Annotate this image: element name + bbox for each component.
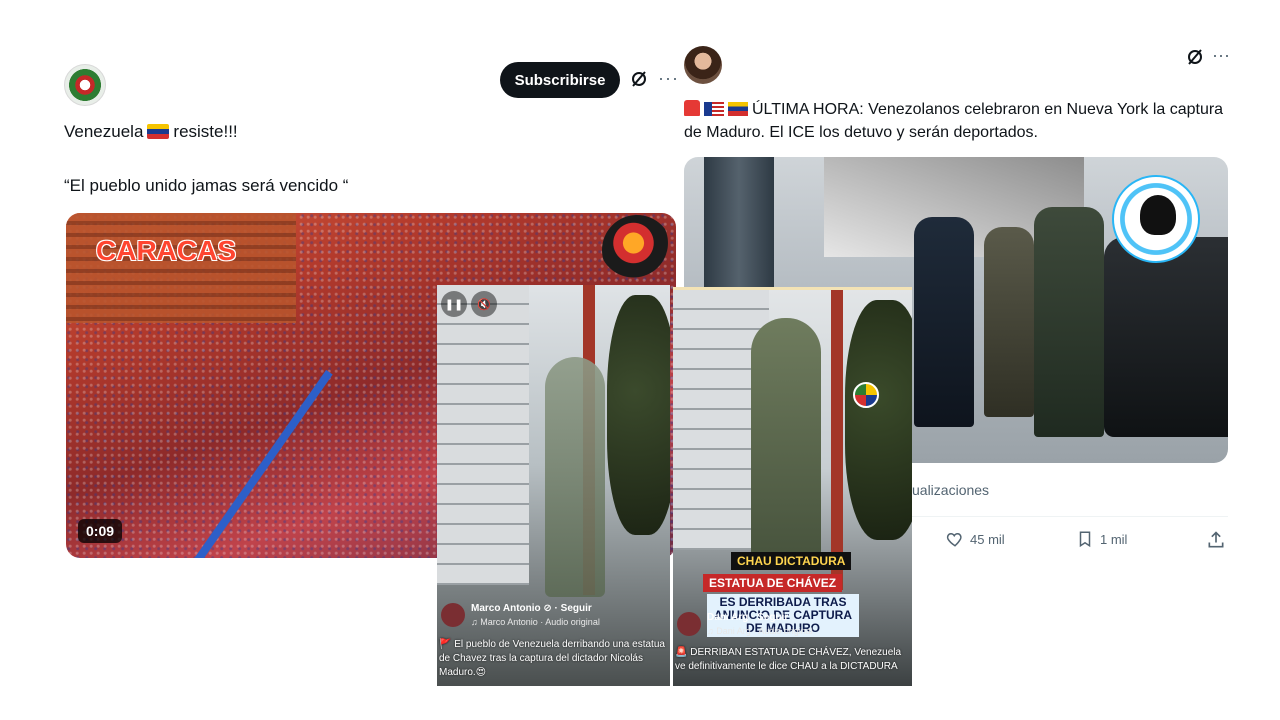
avatar[interactable] (684, 46, 722, 84)
tree (845, 300, 912, 540)
vehicle (1104, 237, 1228, 437)
divider (912, 516, 1228, 517)
us-flag-icon (704, 102, 724, 116)
bookmark-button[interactable]: 1 mil (1076, 530, 1127, 548)
subscribe-button[interactable]: Subscribirse (500, 62, 620, 98)
post-text-part: resiste!!! (173, 122, 238, 141)
avatar[interactable] (677, 612, 701, 636)
grok-icon[interactable] (1186, 48, 1204, 66)
grok-icon[interactable] (630, 70, 648, 88)
agent-figure (984, 227, 1034, 417)
pillar (704, 157, 774, 287)
statue (751, 318, 821, 568)
avatar[interactable] (64, 64, 106, 106)
venezuela-flag-icon (147, 124, 170, 139)
post-text: ÚLTIMA HORA: Venezolanos celebraron en N… (684, 98, 1224, 144)
headline-banner: ESTATUA DE CHÁVEZ (703, 574, 843, 592)
heart-icon (946, 532, 962, 547)
statue-video-card[interactable]: CHAU DICTADURA ESTATUA DE CHÁVEZ ES DERR… (673, 287, 912, 686)
share-icon[interactable] (1206, 530, 1226, 550)
siren-icon (684, 100, 700, 116)
statue (545, 357, 605, 597)
post-text-body: ÚLTIMA HORA: Venezolanos celebraron en N… (684, 101, 1224, 141)
audio-label[interactable]: ♫ Marco Antonio · Audio original (471, 617, 600, 627)
bookmark-icon (1079, 531, 1091, 548)
more-icon[interactable]: ··· (658, 68, 679, 89)
more-icon[interactable]: ··· (1212, 45, 1230, 66)
avatar[interactable] (441, 603, 465, 627)
video-duration: 0:09 (78, 519, 123, 543)
video-overlay-label: CARACAS (96, 235, 236, 266)
headline-banner: CHAU DICTADURA (731, 552, 852, 570)
author-name[interactable]: Dani Arg · Seguir (707, 612, 788, 623)
rooster-logo-icon (602, 215, 672, 285)
audio-label[interactable]: ♫ Dani Arg · Audio original (707, 626, 813, 636)
mute-icon[interactable]: 🔇 (471, 291, 497, 317)
author-name[interactable]: Marco Antonio ⊘ · Seguir (471, 603, 592, 614)
skull-icon (1140, 195, 1176, 235)
like-count: 45 mil (970, 531, 1005, 547)
post-text-part: Venezuela (64, 122, 144, 141)
watermark-logo-icon (1112, 175, 1200, 263)
rooftops (66, 213, 296, 323)
venezuela-flag-icon (728, 102, 748, 116)
pole (831, 290, 843, 590)
pause-icon[interactable]: ❚❚ (441, 291, 467, 317)
blue-flag-line (182, 369, 333, 558)
channel-logo-icon (853, 382, 879, 408)
agent-figure (1034, 207, 1104, 437)
like-button[interactable]: 45 mil (946, 530, 1005, 548)
agent-figure (914, 217, 974, 427)
card-caption: 🚨 DERRIBAN ESTATUA DE CHÁVEZ, Venezuela … (675, 647, 902, 672)
bookmark-count: 1 mil (1100, 531, 1128, 547)
tree (607, 295, 670, 535)
views-count: ualizaciones (912, 482, 990, 498)
card-caption: 🚩 El pueblo de Venezuela derribando una … (439, 639, 665, 678)
post-text: Venezuela resiste!!! (64, 122, 238, 142)
statue-video-card[interactable]: ❚❚ 🔇 Marco Antonio ⊘ · Seguir ♫ Marco An… (437, 285, 670, 686)
building (437, 285, 529, 585)
post-quote: “El pueblo unido jamas será vencido “ (64, 176, 349, 195)
